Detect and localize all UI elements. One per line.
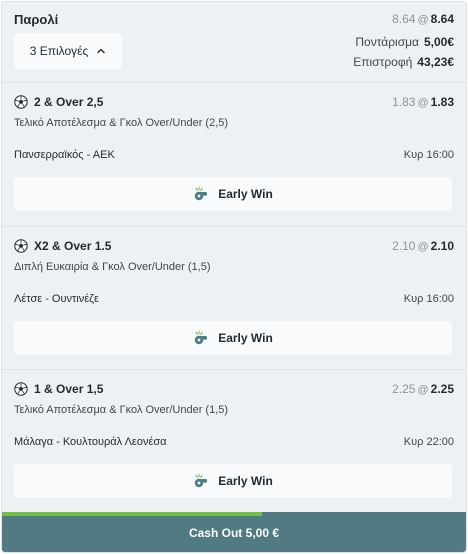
leg-odds-original: 1.83 xyxy=(392,95,416,109)
early-win-button[interactable]: Early Win xyxy=(14,177,452,211)
total-odds: 8.64 @ 8.64 xyxy=(392,12,454,26)
odds-at-sign: @ xyxy=(417,14,429,26)
leg-kickoff-time: Κυρ 22:00 xyxy=(403,436,454,448)
stake-label: Ποντάρισμα xyxy=(355,35,419,49)
selections-toggle-button[interactable]: 3 Επιλογές xyxy=(14,33,122,69)
whistle-icon xyxy=(195,331,208,345)
leg-odds-current: 2.25 xyxy=(430,382,454,396)
selection-leg: 1 & Over 1,5 2.25 @ 2.25 Τελικό Αποτέλεσ… xyxy=(2,370,466,512)
leg-odds-current: 2.10 xyxy=(430,239,454,253)
leg-event[interactable]: Λέτσε - Ουντινέζε xyxy=(14,293,99,305)
return-value: 43,23€ xyxy=(417,55,454,69)
total-odds-original: 8.64 xyxy=(392,12,416,26)
soccer-ball-icon xyxy=(14,95,28,109)
cash-out-label: Cash Out 5,00 € xyxy=(188,526,280,540)
cash-out-progress-bar xyxy=(2,512,262,516)
stake-value: 5,00€ xyxy=(423,35,454,49)
return-row: Επιστροφή 43,23€ xyxy=(353,55,454,69)
leg-event[interactable]: Μάλαγα - Κουλτουράλ Λεονέσα xyxy=(14,436,167,448)
leg-odds: 2.10 @ 2.10 xyxy=(392,239,454,253)
leg-odds-original: 2.10 xyxy=(392,239,416,253)
leg-kickoff-time: Κυρ 16:00 xyxy=(403,149,454,161)
leg-odds-original: 2.25 xyxy=(392,382,416,396)
bet-summary-header: Παρολί 3 Επιλογές 8.64 @ 8.64 Ποντάρισμα… xyxy=(2,2,466,82)
leg-market: Τελικό Αποτέλεσμα & Γκολ Over/Under (1,5… xyxy=(14,404,229,416)
leg-selection-label: X2 & Over 1.5 xyxy=(34,239,112,253)
early-win-label: Early Win xyxy=(218,331,273,345)
stake-row: Ποντάρισμα 5,00€ xyxy=(355,35,454,49)
selection-leg: 2 & Over 2,5 1.83 @ 1.83 Τελικό Αποτέλεσ… xyxy=(2,83,466,225)
bet-type-title: Παρολί xyxy=(14,12,59,27)
odds-at-sign: @ xyxy=(417,241,429,253)
total-odds-current: 8.64 xyxy=(430,12,454,26)
leg-odds: 2.25 @ 2.25 xyxy=(392,382,454,396)
leg-selection-label: 2 & Over 2,5 xyxy=(34,95,104,109)
cash-out-button[interactable]: Cash Out 5,00 € xyxy=(2,512,466,552)
early-win-label: Early Win xyxy=(218,474,273,488)
early-win-button[interactable]: Early Win xyxy=(14,464,452,498)
bet-slip-panel: Παρολί 3 Επιλογές 8.64 @ 8.64 Ποντάρισμα… xyxy=(1,1,467,553)
leg-kickoff-time: Κυρ 16:00 xyxy=(403,293,454,305)
odds-at-sign: @ xyxy=(417,384,429,396)
leg-selection: 2 & Over 2,5 xyxy=(14,95,103,109)
leg-odds: 1.83 @ 1.83 xyxy=(392,95,454,109)
leg-market: Διπλή Ευκαιρία & Γκολ Over/Under (1,5) xyxy=(14,261,211,273)
leg-odds-current: 1.83 xyxy=(430,95,454,109)
leg-event[interactable]: Πανσερραϊκός - ΑΕΚ xyxy=(14,149,115,161)
selections-count-label: 3 Επιλογές xyxy=(29,44,89,58)
whistle-icon xyxy=(195,474,208,488)
leg-selection-label: 1 & Over 1,5 xyxy=(34,382,104,396)
return-label: Επιστροφή xyxy=(353,55,413,69)
leg-selection: X2 & Over 1.5 xyxy=(14,239,111,253)
chevron-up-icon xyxy=(97,48,105,54)
leg-selection: 1 & Over 1,5 xyxy=(14,382,103,396)
soccer-ball-icon xyxy=(14,382,28,396)
odds-at-sign: @ xyxy=(417,97,429,109)
selection-leg: X2 & Over 1.5 2.10 @ 2.10 Διπλή Ευκαιρία… xyxy=(2,227,466,369)
early-win-label: Early Win xyxy=(218,187,273,201)
early-win-button[interactable]: Early Win xyxy=(14,321,452,355)
whistle-icon xyxy=(195,187,208,201)
soccer-ball-icon xyxy=(14,239,28,253)
leg-market: Τελικό Αποτέλεσμα & Γκολ Over/Under (2,5… xyxy=(14,117,229,129)
